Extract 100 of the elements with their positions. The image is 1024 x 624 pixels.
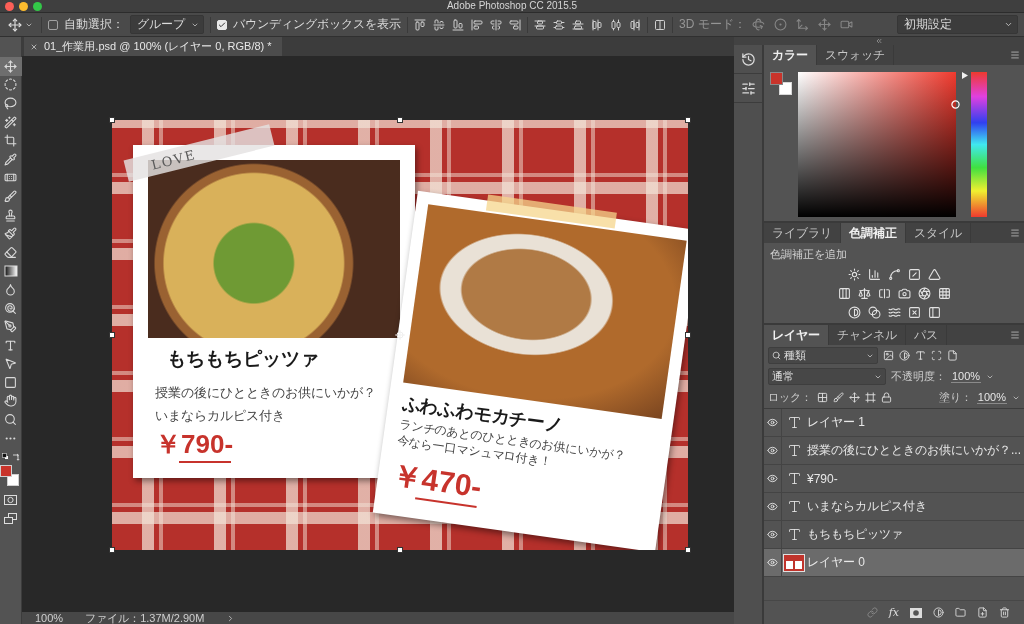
file-icon[interactable]	[947, 350, 958, 361]
picker-ring-icon[interactable]	[951, 100, 960, 109]
filter-dropdown[interactable]: 種類	[768, 347, 878, 364]
target-dropdown[interactable]: グループ	[130, 15, 204, 34]
new-page-icon[interactable]	[977, 607, 988, 618]
foreground-swatch[interactable]	[770, 72, 783, 85]
menu-icon[interactable]	[1010, 330, 1020, 340]
type-icon[interactable]	[915, 350, 926, 361]
fill-field[interactable]: 100%	[976, 391, 1007, 404]
background-swatch[interactable]	[779, 82, 792, 95]
layer-row[interactable]: いまならカルピス付き	[764, 493, 1024, 521]
move-icon[interactable]	[849, 392, 860, 403]
bar-chart-icon[interactable]	[867, 268, 881, 281]
checkbox[interactable]	[48, 19, 58, 30]
transform-handle[interactable]	[397, 117, 403, 123]
contrast-icon[interactable]	[847, 306, 861, 319]
eye-icon[interactable]	[767, 445, 778, 456]
transform-handle[interactable]	[109, 117, 115, 123]
panel-tab[interactable]: チャンネル	[829, 325, 906, 345]
distribute-top-icon[interactable]	[534, 18, 546, 31]
eye-icon[interactable]	[767, 529, 778, 540]
grid-icon[interactable]	[937, 287, 951, 300]
eye-icon[interactable]	[767, 417, 778, 428]
menu-icon[interactable]	[1010, 228, 1020, 238]
foreground-swatch[interactable]	[0, 465, 12, 478]
transform-handle[interactable]	[109, 332, 115, 338]
layer-row[interactable]: もちもちピッツァ	[764, 521, 1024, 549]
align-right-icon[interactable]	[509, 18, 521, 31]
columns-icon[interactable]	[654, 18, 666, 31]
panel-tab[interactable]: スタイル	[906, 223, 971, 243]
close-icon[interactable]	[30, 42, 38, 51]
align-top-icon[interactable]	[414, 18, 426, 31]
split-square-icon[interactable]	[877, 287, 891, 300]
mask-icon[interactable]	[4, 495, 17, 506]
waves-icon[interactable]	[887, 306, 901, 319]
blend-mode-dropdown[interactable]: 通常	[768, 368, 886, 385]
aperture-icon[interactable]	[917, 287, 931, 300]
maximize-button[interactable]	[33, 1, 42, 11]
checkerboard-icon[interactable]	[817, 392, 828, 403]
sun-icon[interactable]	[847, 268, 861, 281]
transform-handle[interactable]	[109, 547, 115, 553]
align-bottom-icon[interactable]	[452, 18, 464, 31]
menu-icon[interactable]	[1010, 50, 1020, 60]
document-tab[interactable]: 01_作業用.psd @ 100% (レイヤー 0, RGB/8) *	[24, 37, 282, 56]
panel-tab[interactable]: パス	[906, 325, 947, 345]
zoom-field[interactable]: 100%	[35, 612, 64, 624]
camera-icon[interactable]	[897, 287, 911, 300]
panel-tab[interactable]: レイヤー	[764, 325, 829, 345]
blend-icon[interactable]	[867, 306, 881, 319]
lock-icon[interactable]	[881, 392, 892, 403]
distribute-right-icon[interactable]	[629, 18, 641, 31]
close-button[interactable]	[5, 1, 14, 11]
reference-point-icon[interactable]	[395, 330, 405, 340]
layer-row[interactable]: レイヤー 1	[764, 409, 1024, 437]
double-chevron-icon[interactable]	[875, 37, 883, 45]
align-center-icon[interactable]	[490, 18, 502, 31]
brush-icon[interactable]	[833, 392, 844, 403]
triangle-marker-icon[interactable]	[962, 72, 968, 79]
swap-arrow-icon[interactable]	[11, 453, 20, 462]
workspace-dropdown[interactable]: 初期設定	[897, 15, 1018, 34]
distribute-middle-icon[interactable]	[553, 18, 565, 31]
distribute-bottom-icon[interactable]	[572, 18, 584, 31]
stacked-rectangles-icon[interactable]	[4, 513, 17, 525]
trash-icon[interactable]	[999, 607, 1010, 618]
layer-row[interactable]: レイヤー 0	[764, 549, 1024, 577]
panel-icon[interactable]	[927, 306, 941, 319]
image-icon[interactable]	[883, 350, 894, 361]
tool-button[interactable]	[0, 57, 22, 76]
frame-icon[interactable]	[865, 392, 876, 403]
history-icon[interactable]	[740, 51, 756, 67]
fx-button[interactable]: fx	[888, 606, 899, 619]
transform-handle[interactable]	[685, 547, 691, 553]
eye-icon[interactable]	[767, 501, 778, 512]
mask-icon[interactable]	[910, 607, 922, 618]
square-x-icon[interactable]	[907, 306, 921, 319]
panel-tab[interactable]: カラー	[764, 45, 817, 65]
scale-icon[interactable]	[857, 287, 871, 300]
transform-handle[interactable]	[685, 332, 691, 338]
hue-slider[interactable]	[962, 72, 987, 217]
align-left-icon[interactable]	[471, 18, 483, 31]
contrast-icon[interactable]	[933, 607, 944, 618]
align-middle-icon[interactable]	[433, 18, 445, 31]
minimize-button[interactable]	[19, 1, 28, 11]
sliders-icon[interactable]	[740, 80, 756, 96]
layer-row[interactable]: 授業の後にひとときのお供にいかが？...	[764, 437, 1024, 465]
eye-icon[interactable]	[767, 557, 778, 568]
columns-icon[interactable]	[837, 287, 851, 300]
panel-tab[interactable]: 色調補正	[841, 223, 906, 243]
half-circle-icon[interactable]	[899, 350, 910, 361]
transform-handle[interactable]	[397, 547, 403, 553]
eye-icon[interactable]	[767, 473, 778, 484]
slashed-square-icon[interactable]	[907, 268, 921, 281]
triangle-icon[interactable]	[927, 268, 941, 281]
opacity-field[interactable]: 100%	[951, 370, 982, 383]
folder-icon[interactable]	[955, 607, 966, 618]
panel-tab[interactable]: スウォッチ	[817, 45, 894, 65]
layer-row[interactable]: ¥790-	[764, 465, 1024, 493]
default-colors-icon[interactable]	[1, 453, 9, 461]
distribute-center-icon[interactable]	[610, 18, 622, 31]
distribute-left-icon[interactable]	[591, 18, 603, 31]
